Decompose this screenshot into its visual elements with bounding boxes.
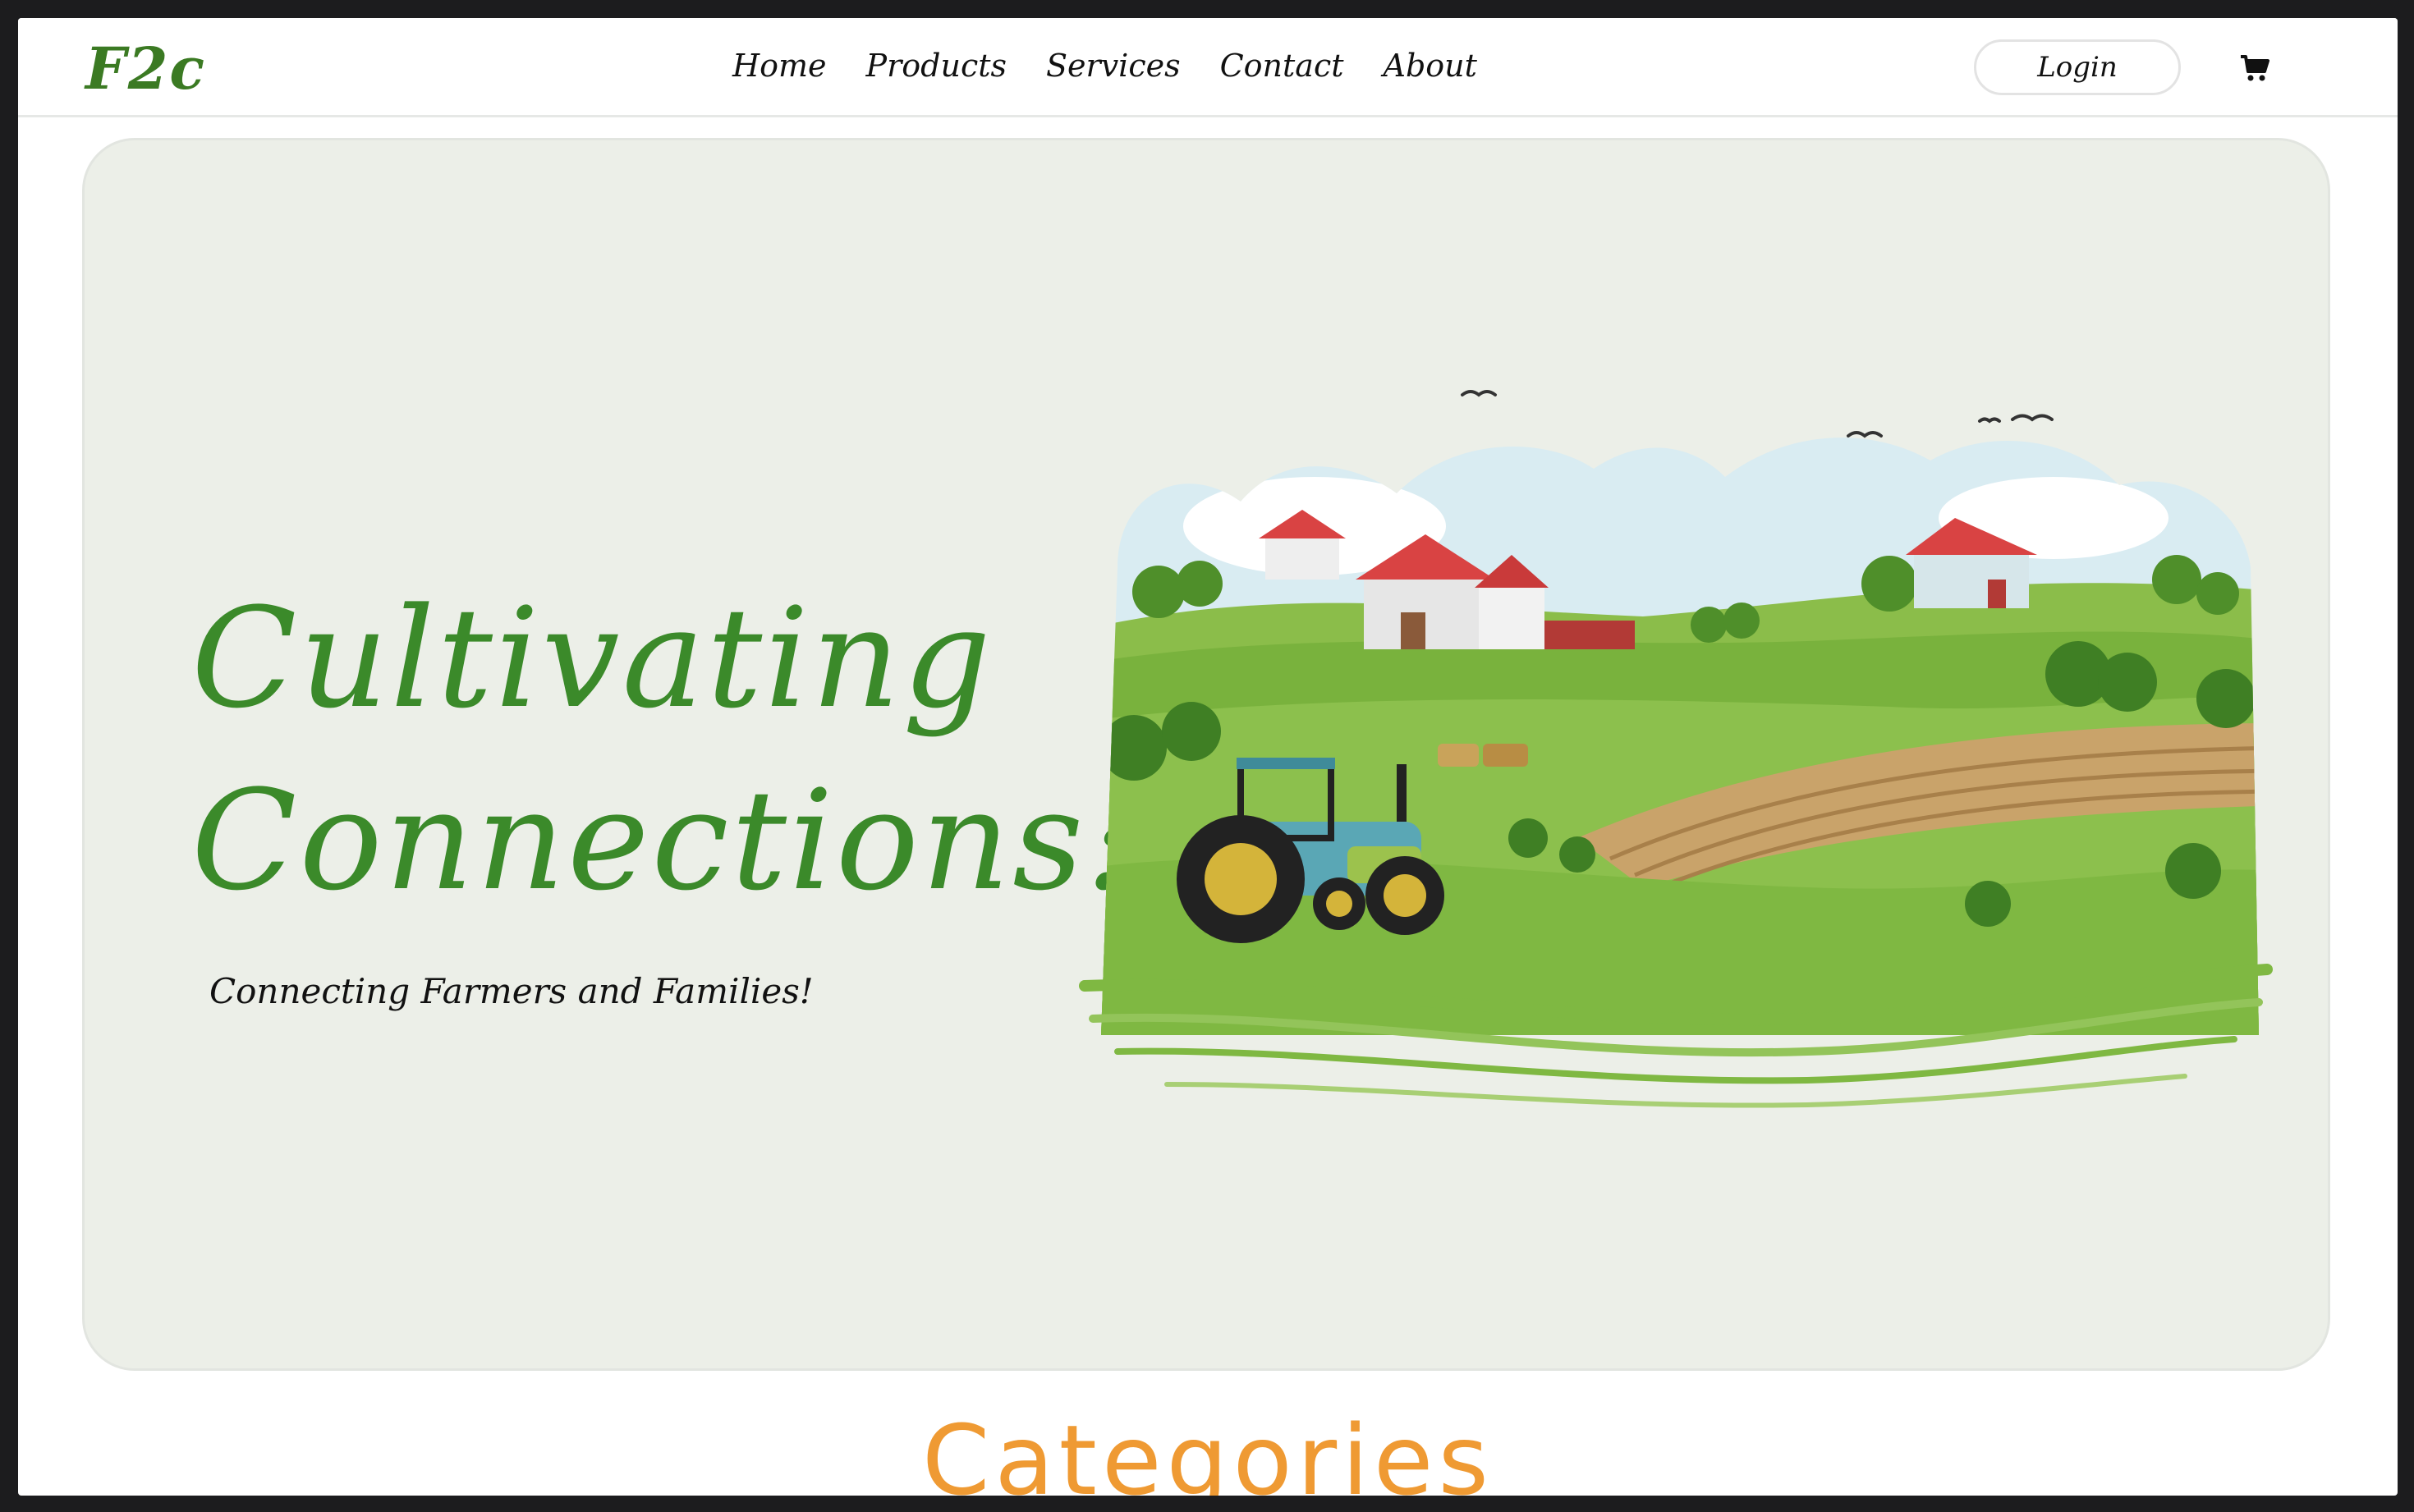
navbar: F2c Home Products Services Contact About…	[18, 18, 2398, 117]
browser-viewport: F2c Home Products Services Contact About…	[18, 18, 2398, 1496]
nav-link-contact[interactable]: Contact	[1220, 48, 1344, 84]
hero-title-line-2: Connections:	[191, 760, 1135, 921]
hero-title: Cultivating Connections:	[191, 567, 1135, 932]
nav-link-services[interactable]: Services	[1046, 48, 1181, 84]
hero-banner: Cultivating Connections: Connecting Farm…	[82, 138, 2330, 1371]
nav-links: Home Products Services Contact About	[732, 48, 1477, 84]
farm-landscape-illustration	[1079, 390, 2273, 1108]
site-logo[interactable]: F2c	[85, 34, 206, 103]
hero-title-line-1: Cultivating	[191, 578, 994, 739]
nav-link-about[interactable]: About	[1384, 48, 1477, 84]
login-button[interactable]: Login	[1974, 39, 2181, 95]
cart-icon[interactable]	[2240, 54, 2269, 82]
nav-link-products[interactable]: Products	[866, 48, 1007, 84]
hero-subtitle: Connecting Farmers and Families!	[209, 971, 814, 1011]
nav-link-home[interactable]: Home	[732, 48, 827, 84]
categories-heading: Categories	[921, 1404, 1494, 1496]
